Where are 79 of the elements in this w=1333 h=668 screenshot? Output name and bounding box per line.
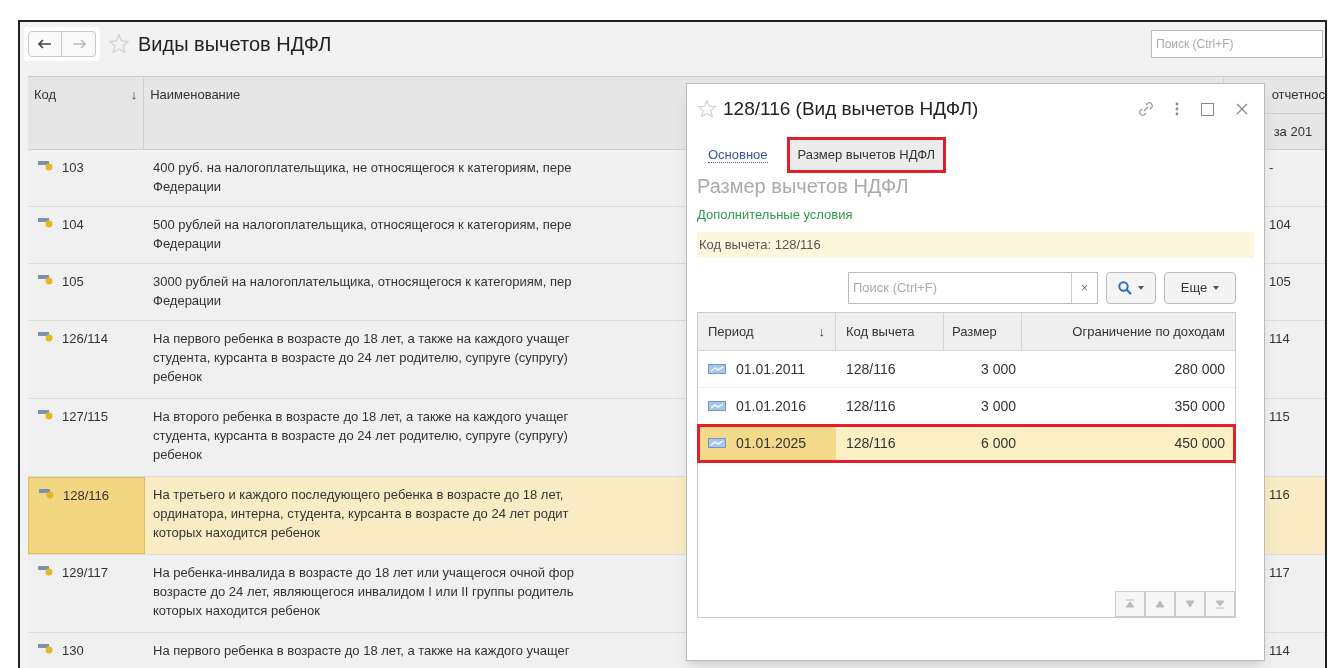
navigation-button[interactable]	[1205, 591, 1235, 617]
navigation-button[interactable]	[1145, 591, 1175, 617]
name-cell-text: На первого ребенка в возрасте до 18 лет, а также на каждого учащег студента, курсанта в возрасте до 24 лет родителю, супруге (супругу) ребенок	[152, 330, 571, 386]
limit-cell-text: 280 000	[1173, 359, 1226, 379]
record-icon	[38, 272, 54, 286]
limit-cell-text: 350 000	[1173, 396, 1226, 416]
navigation-button[interactable]	[1175, 591, 1205, 617]
code-cell-text: 105	[62, 273, 84, 291]
search-field[interactable]: Поиск (Ctrl+F) ×	[848, 272, 1098, 304]
navigation-button[interactable]	[1115, 591, 1145, 617]
name-cell-text: На первого ребенка в возрасте до 18 лет, а также на каждого учащег	[152, 642, 571, 660]
code-cell-text: 128/116	[845, 359, 897, 379]
period-icon	[708, 400, 726, 412]
table-cell-text: 114	[1268, 642, 1291, 660]
name-cell-text: На ребенка-инвалида в возрасте до 18 лет или учащегося очной фор возрасте до 24 лет, являющегося инвалидом I или II группы родитель которых находится ребенок	[152, 564, 575, 620]
column-header[interactable]: Код вычета	[836, 313, 944, 350]
table-cell-text: 105	[1268, 273, 1292, 291]
period-cell-text: 01.01.2011	[736, 359, 806, 379]
record-icon	[38, 329, 54, 343]
back-button[interactable]	[28, 31, 62, 57]
table-cell-text: 117	[1268, 564, 1291, 582]
column-header[interactable]: Период ↓	[698, 313, 836, 350]
limit-cell-text: 450 000	[1173, 433, 1226, 453]
name-cell-text: 3000 рублей на налогоплательщика, относящегося к категориям, пер Федерации	[152, 273, 573, 310]
table-row[interactable]: 01.01.2025 128/116 6 000 450 000	[698, 425, 1235, 462]
name-cell-text: На третьего и каждого последующего ребенка в возрасте до 18 лет, ординатора, интерна, студента, курсанта в возрасте до 24 лет родит которых находится ребенок	[152, 486, 570, 542]
dialog-title: 128/116 (Вид вычетов НДФЛ)	[723, 96, 979, 121]
maximize-icon[interactable]	[1201, 102, 1214, 116]
more-button[interactable]: Еще	[1164, 272, 1236, 304]
code-cell-text: 128/116	[845, 433, 897, 453]
code-cell-text: 127/115	[62, 408, 109, 426]
triangle-icon	[1123, 597, 1137, 611]
code-cell-text: 130	[62, 642, 84, 660]
search-field[interactable]: Поиск (Ctrl+F)	[1151, 30, 1323, 58]
search-icon	[1118, 281, 1132, 295]
clear-button[interactable]: ×	[1071, 273, 1097, 303]
record-icon	[38, 563, 54, 577]
window-title: Виды вычетов НДФЛ	[138, 32, 332, 57]
name-cell-text: 400 руб. на налогоплательщика, не относящегося к категориям, пере Федерации	[152, 159, 573, 196]
link-icon[interactable]	[1137, 100, 1155, 118]
right-arrow-icon	[71, 39, 86, 49]
code-cell-text: 129/117	[62, 564, 109, 582]
code-cell-text: 128/116	[845, 396, 897, 416]
star-icon[interactable]	[697, 99, 717, 119]
tab[interactable]: Размер вычетов НДФЛ	[786, 137, 947, 173]
period-cell-text: 01.01.2025	[736, 433, 807, 453]
record-icon	[38, 158, 54, 172]
record-icon	[38, 407, 54, 421]
record-icon	[38, 215, 54, 229]
section-heading: Размер вычетов НДФЛ	[697, 174, 910, 198]
column-header[interactable]: Код ↓	[28, 77, 145, 149]
code-cell-text: 128/116	[63, 487, 110, 505]
search-button[interactable]	[1106, 272, 1156, 304]
name-cell-text: 500 рублей на налогоплательщика, относящегося к категориям, пере Федерации	[152, 216, 573, 253]
record-icon	[39, 486, 55, 500]
triangle-icon	[1213, 597, 1227, 611]
period-icon	[708, 363, 726, 375]
size-cell-text: 3 000	[979, 359, 1017, 379]
close-icon[interactable]	[1236, 103, 1248, 115]
table-cell-text: 104	[1268, 216, 1292, 234]
table-cell-text: -	[1268, 159, 1275, 177]
caret-icon	[1138, 286, 1144, 290]
code-cell-text: 126/114	[62, 330, 109, 348]
more-icon[interactable]	[1175, 101, 1179, 117]
size-cell-text: 6 000	[979, 433, 1017, 453]
table-cell-text: 116	[1268, 486, 1291, 504]
star-icon[interactable]	[108, 33, 130, 55]
caret-icon	[1213, 286, 1220, 290]
info-bar: Код вычета: 128/116	[697, 232, 1254, 258]
conditions-link[interactable]: Дополнительные условия	[697, 207, 853, 222]
code-cell-text: 104	[62, 216, 84, 234]
column-header[interactable]: Размер	[944, 313, 1022, 350]
period-cell-text: 01.01.2016	[736, 396, 807, 416]
record-icon	[38, 641, 54, 655]
period-icon	[708, 437, 726, 449]
code-cell-text: 103	[62, 159, 84, 177]
size-cell-text: 3 000	[979, 396, 1017, 416]
left-arrow-icon	[38, 39, 52, 49]
name-cell-text: На второго ребенка в возрасте до 18 лет, а также на каждого учащег студента, курсанта в возрасте до 24 лет родителю, супруге (супругу) ребенок	[152, 408, 570, 464]
